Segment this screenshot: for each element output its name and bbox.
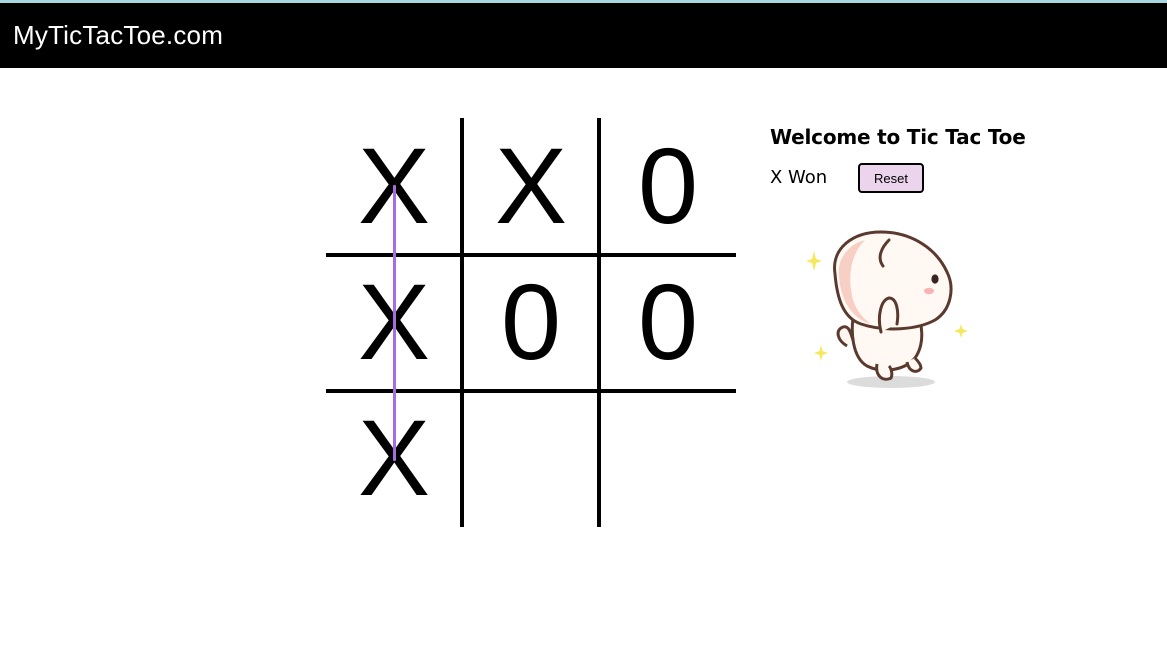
board-cell-3[interactable]: 0 xyxy=(600,118,736,254)
board-cell-9[interactable] xyxy=(600,390,736,526)
info-panel: Welcome to Tic Tac Toe X Won Reset xyxy=(770,125,1070,195)
sparkle-bottom xyxy=(814,345,828,361)
status-row: X Won Reset xyxy=(770,163,1070,195)
cat-eye xyxy=(931,274,939,284)
board-cell-2[interactable]: X xyxy=(463,118,599,254)
winning-line xyxy=(393,185,396,461)
grid-line-horizontal-1 xyxy=(326,253,736,257)
board-cell-6[interactable]: 0 xyxy=(600,254,736,390)
sparkle-right xyxy=(954,324,968,338)
grid-line-vertical-2 xyxy=(597,118,601,527)
reset-button[interactable]: Reset xyxy=(858,163,924,193)
cat-sticker-icon xyxy=(806,230,968,388)
navbar: MyTicTacToe.com xyxy=(0,3,1167,68)
grid-line-horizontal-2 xyxy=(326,389,736,393)
board-cell-8[interactable] xyxy=(463,390,599,526)
cat-blush xyxy=(924,287,934,295)
welcome-heading: Welcome to Tic Tac Toe xyxy=(770,125,1026,149)
sparkle-left xyxy=(806,251,822,271)
game-board: X X 0 X 0 0 X xyxy=(326,118,736,527)
game-status: X Won xyxy=(770,167,828,188)
board-cell-5[interactable]: 0 xyxy=(463,254,599,390)
cat-leg-left xyxy=(875,363,894,381)
grid-line-vertical-1 xyxy=(460,118,464,527)
brand-link[interactable]: MyTicTacToe.com xyxy=(13,20,223,51)
